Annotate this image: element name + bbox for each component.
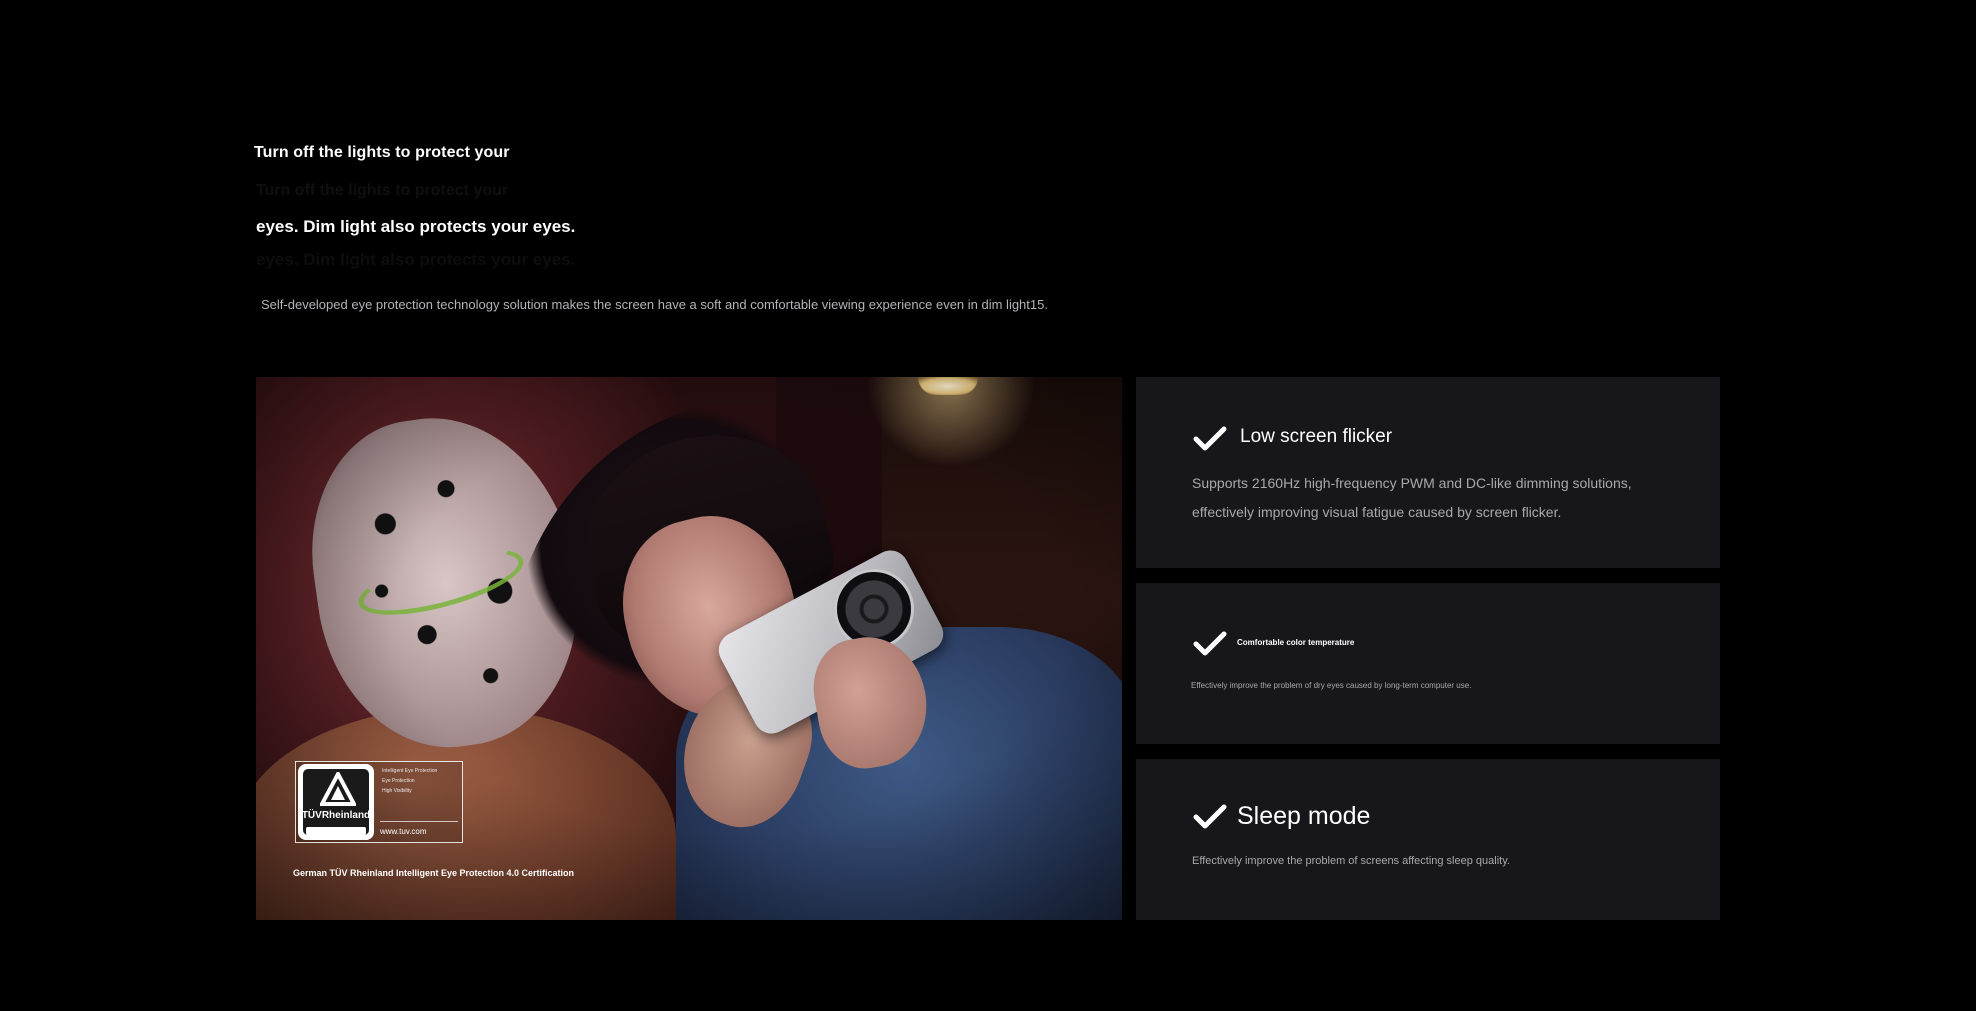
- hero-image: TÜVRheinland Intelligent Eye Protection …: [256, 377, 1122, 920]
- headline-ghost-text-2: eyes. Dim light also protects your eyes.: [256, 250, 576, 269]
- certification-url: www.tuv.com: [380, 827, 427, 836]
- tuv-logo: TÜVRheinland: [298, 764, 374, 840]
- check-icon: [1193, 426, 1227, 451]
- tuv-logo-text: TÜVRheinland: [301, 810, 371, 821]
- feature-card-low-flicker: Low screen flicker Supports 2160Hz high-…: [1136, 377, 1720, 568]
- check-icon: [1193, 804, 1227, 829]
- logo-footer-bar: [306, 827, 366, 835]
- headline-line-2: eyes. Dim light also protects your eyes.: [256, 217, 576, 236]
- triangle-icon: [320, 772, 356, 806]
- certification-label: Eye Protection: [382, 778, 415, 784]
- feature-card-color-temperature: Comfortable color temperature Effectivel…: [1136, 583, 1720, 744]
- certification-label: High Visibility: [382, 788, 412, 794]
- feature-title: Low screen flicker: [1240, 426, 1393, 447]
- page: Turn off the lights to protect your Turn…: [0, 0, 1976, 1011]
- feature-description: Effectively improve the problem of scree…: [1192, 855, 1510, 867]
- certification-label: Intelligent Eye Protection: [382, 768, 438, 774]
- headline-ghost-text: Turn off the lights to protect your: [256, 182, 509, 199]
- feature-title: Sleep mode: [1237, 802, 1371, 830]
- feature-title: Comfortable color temperature: [1237, 638, 1355, 647]
- check-icon: [1193, 631, 1227, 656]
- certification-badge: TÜVRheinland Intelligent Eye Protection …: [295, 761, 463, 843]
- certification-caption: German TÜV Rheinland Intelligent Eye Pro…: [293, 868, 575, 878]
- feature-description: Supports 2160Hz high-frequency PWM and D…: [1192, 475, 1632, 520]
- certification-labels: Intelligent Eye Protection Eye Protectio…: [382, 766, 437, 796]
- headline-line-1: Turn off the lights to protect your: [254, 144, 510, 161]
- feature-card-sleep-mode: Sleep mode Effectively improve the probl…: [1136, 759, 1720, 920]
- feature-description: Effectively improve the problem of dry e…: [1191, 681, 1472, 690]
- section-subtitle: Self-developed eye protection technology…: [261, 297, 1048, 312]
- divider: [380, 821, 458, 822]
